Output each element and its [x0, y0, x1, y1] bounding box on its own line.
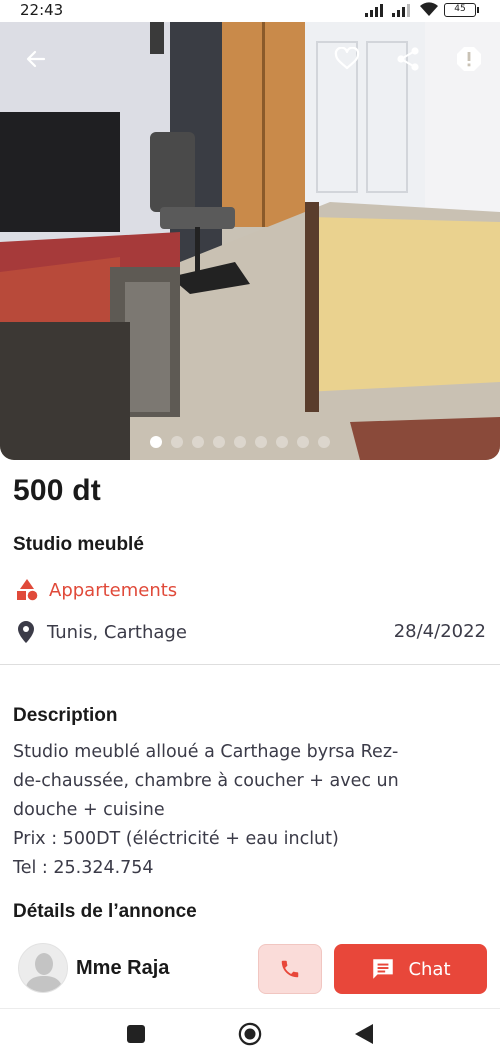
description-line: Prix : 500DT (éléctricité + eau inclut) — [13, 829, 339, 849]
back-nav-button[interactable] — [352, 1022, 376, 1046]
details-heading: Détails de l’annonce — [13, 901, 197, 922]
section-divider — [0, 664, 500, 665]
description-body: Studio meublé alloué a Carthage byrsa Re… — [13, 738, 483, 883]
carousel-dot[interactable] — [150, 436, 162, 448]
carousel-dot[interactable] — [171, 436, 183, 448]
status-bar: 22:43 45 — [0, 0, 500, 22]
share-icon — [397, 47, 419, 71]
status-time: 22:43 — [20, 1, 64, 19]
battery-icon: 45 — [444, 2, 479, 17]
carousel-dot[interactable] — [276, 436, 288, 448]
seller-name: Mme Raja — [76, 956, 170, 979]
listing-price: 500 dt — [13, 474, 101, 507]
favorite-button[interactable] — [330, 42, 364, 76]
circle-icon — [238, 1022, 262, 1046]
home-button[interactable] — [238, 1022, 262, 1046]
chat-label: Chat — [408, 958, 451, 980]
report-button[interactable] — [452, 42, 486, 76]
carousel-dot[interactable] — [213, 436, 225, 448]
carousel-dot[interactable] — [318, 436, 330, 448]
description-line: douche + cuisine — [13, 800, 165, 820]
listing-photo-carousel[interactable] — [0, 22, 500, 460]
alert-icon — [457, 47, 481, 71]
status-icons: 45 — [365, 2, 479, 17]
carousel-indicator — [150, 436, 330, 448]
listing-photo — [0, 22, 500, 460]
share-button[interactable] — [391, 42, 425, 76]
location-label: Tunis, Carthage — [47, 621, 187, 643]
carousel-dot[interactable] — [192, 436, 204, 448]
call-button[interactable] — [258, 944, 322, 994]
signal-icon — [365, 3, 383, 17]
description-line: de-chaussée, chambre à coucher + avec un — [13, 771, 399, 791]
category-label: Appartements — [49, 579, 178, 601]
shapes-icon — [17, 579, 38, 601]
arrow-left-icon — [26, 50, 46, 68]
user-avatar-icon — [25, 953, 63, 992]
back-button[interactable] — [19, 42, 53, 76]
listing-category[interactable]: Appartements — [15, 578, 177, 602]
chat-button[interactable]: Chat — [334, 944, 487, 994]
heart-icon — [334, 47, 360, 70]
carousel-dot[interactable] — [255, 436, 267, 448]
recents-button[interactable] — [124, 1022, 148, 1046]
description-line: Studio meublé alloué a Carthage byrsa Re… — [13, 742, 399, 762]
carousel-dot[interactable] — [234, 436, 246, 448]
avatar — [18, 943, 68, 993]
system-nav-bar — [0, 1010, 500, 1050]
seller-info[interactable]: Mme Raja — [18, 943, 169, 993]
square-icon — [127, 1025, 145, 1043]
wifi-icon — [420, 2, 438, 17]
map-pin-icon — [18, 621, 34, 643]
carousel-dot[interactable] — [297, 436, 309, 448]
description-heading: Description — [13, 705, 118, 726]
listing-date: 28/4/2022 — [393, 621, 486, 642]
nav-divider — [0, 1008, 500, 1009]
listing-title: Studio meublé — [13, 534, 144, 555]
phone-icon — [281, 960, 299, 978]
message-icon — [373, 959, 394, 979]
triangle-back-icon — [355, 1024, 373, 1044]
signal-icon-secondary — [392, 3, 410, 17]
description-line: Tel : 25.324.754 — [13, 858, 154, 878]
listing-location: Tunis, Carthage — [17, 620, 187, 644]
